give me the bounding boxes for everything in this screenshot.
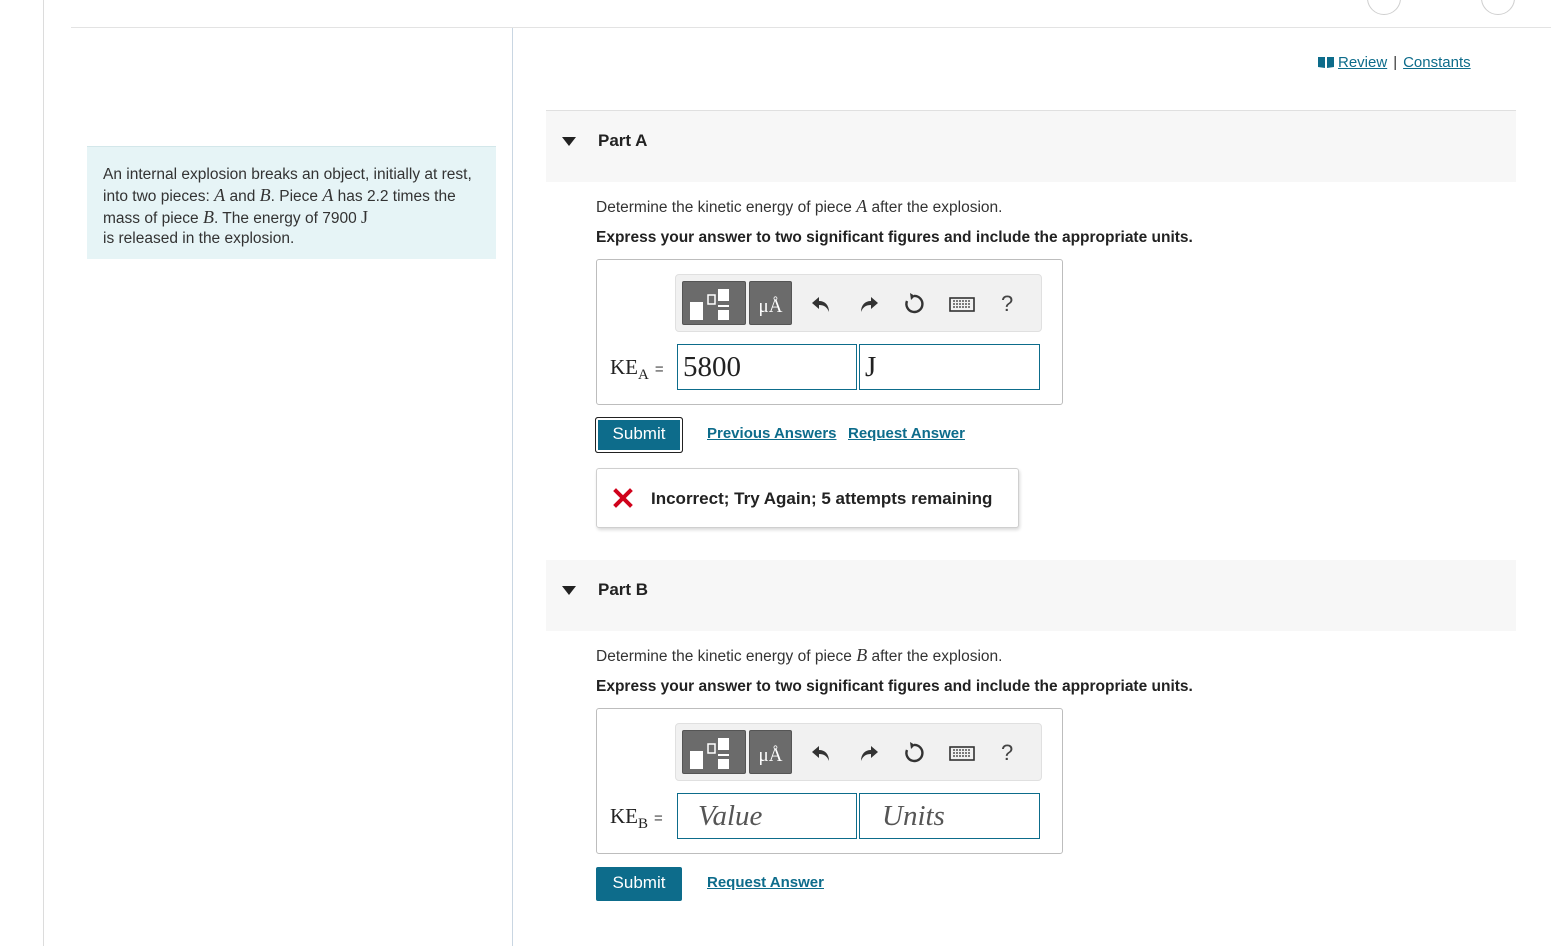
units-button[interactable]: μÅ (749, 730, 792, 774)
part-a-request-answer-link[interactable]: Request Answer (848, 425, 965, 442)
next-item-button[interactable] (1481, 0, 1515, 15)
left-divider (43, 0, 44, 946)
undo-icon[interactable] (809, 292, 833, 316)
help-icon[interactable]: ? (1001, 742, 1013, 764)
part-a-variable-label: KEA = (610, 355, 664, 383)
templates-icon (690, 289, 729, 320)
part-a-header[interactable]: Part A (546, 111, 1516, 182)
keyboard-icon[interactable] (948, 292, 976, 316)
units-icon: μÅ (758, 745, 783, 766)
part-b-submit-button[interactable]: Submit (596, 867, 682, 901)
reset-icon[interactable] (902, 292, 926, 316)
link-separator: | (1393, 54, 1398, 71)
help-icon[interactable]: ? (1001, 293, 1013, 315)
part-b-toolbar: μÅ ? (675, 723, 1042, 781)
part-b-header[interactable]: Part B (546, 560, 1516, 631)
part-b-value-input[interactable]: Value (677, 793, 857, 839)
templates-icon (690, 738, 729, 769)
feedback-text: Incorrect; Try Again; 5 attempts remaini… (651, 489, 993, 508)
templates-button[interactable] (682, 730, 746, 774)
part-b-question: Determine the kinetic energy of piece B … (596, 645, 1003, 665)
part-a-title: Part A (598, 131, 648, 150)
problem-statement: An internal explosion breaks an object, … (87, 146, 496, 259)
part-b-instructions: Express your answer to two significant f… (596, 678, 1193, 695)
part-a-previous-answers-link[interactable]: Previous Answers (707, 425, 837, 442)
constants-link[interactable]: Constants (1403, 54, 1471, 71)
prev-item-button[interactable] (1367, 0, 1401, 15)
undo-icon[interactable] (809, 741, 833, 765)
keyboard-icon[interactable] (948, 741, 976, 765)
part-a-value-input[interactable]: 5800 (677, 344, 857, 390)
units-icon: μÅ (758, 296, 783, 317)
resource-links: Review | Constants (1318, 54, 1471, 71)
part-b-answer-box: μÅ ? KEB = Value Units (596, 708, 1063, 854)
redo-icon[interactable] (857, 741, 881, 765)
part-b-title: Part B (598, 580, 649, 599)
part-a-feedback: Incorrect; Try Again; 5 attempts remaini… (596, 468, 1019, 528)
part-a-instructions: Express your answer to two significant f… (596, 229, 1193, 246)
top-divider (71, 27, 1551, 28)
part-b-variable-label: KEB = (610, 804, 663, 832)
part-a-units-input[interactable]: J (859, 344, 1040, 390)
part-a-answer-box: μÅ ? KEA = 5800 J (596, 259, 1063, 405)
book-icon (1318, 57, 1334, 68)
units-button[interactable]: μÅ (749, 281, 792, 325)
part-a-toolbar: μÅ ? (675, 274, 1042, 332)
review-link[interactable]: Review (1338, 54, 1387, 71)
part-a-question: Determine the kinetic energy of piece A … (596, 196, 1003, 216)
part-b-request-answer-link[interactable]: Request Answer (707, 874, 824, 891)
column-divider (512, 28, 513, 946)
caret-down-icon (562, 137, 576, 146)
part-b-units-input[interactable]: Units (859, 793, 1040, 839)
reset-icon[interactable] (902, 741, 926, 765)
templates-button[interactable] (682, 281, 746, 325)
part-a-submit-button[interactable]: Submit (595, 417, 683, 453)
redo-icon[interactable] (857, 292, 881, 316)
error-x-icon (613, 488, 633, 508)
caret-down-icon (562, 586, 576, 595)
